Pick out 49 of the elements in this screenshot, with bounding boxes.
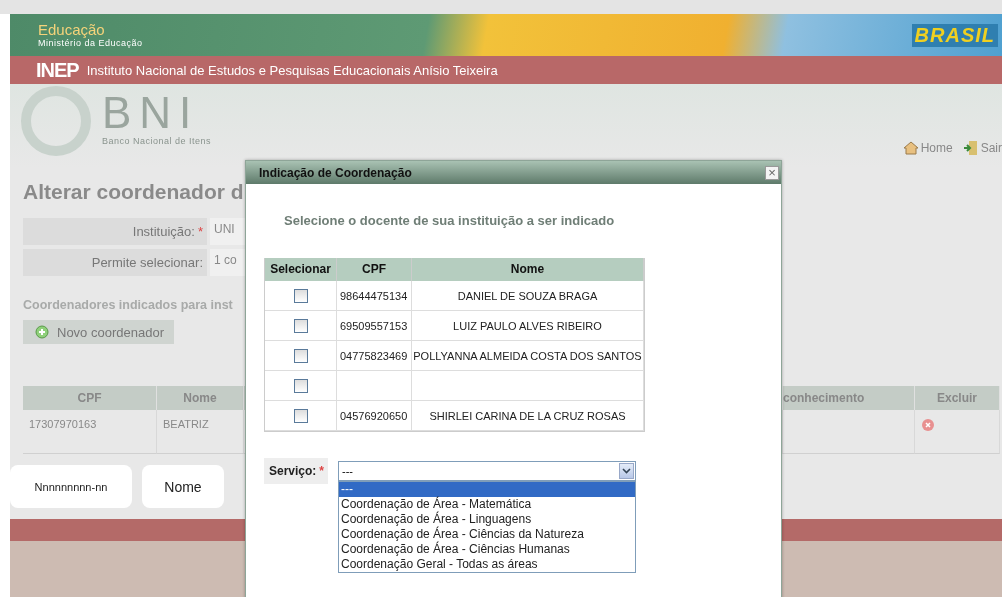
column-header: conhecimento <box>783 386 915 410</box>
required-mark: * <box>197 224 203 239</box>
site-subtitle: Ministério da Educação <box>38 38 143 48</box>
checkbox[interactable] <box>293 378 308 393</box>
page-title: Alterar coordenador d <box>23 180 245 204</box>
site-title: Educação <box>38 22 105 38</box>
table-cell: BEATRIZ <box>163 418 209 430</box>
plus-icon <box>35 325 49 339</box>
service-select[interactable]: --- <box>338 461 636 481</box>
table-cell: 04576920650 <box>340 409 408 422</box>
bni-logo: BNI <box>102 90 201 136</box>
table-cell: 98644475134 <box>340 289 408 302</box>
required-mark: * <box>319 464 325 478</box>
table-cell: POLLYANNA ALMEIDA COSTA DOS SANTOS <box>413 349 642 362</box>
column-header: CPF <box>337 258 412 281</box>
table-cell: LUIZ PAULO ALVES RIBEIRO <box>453 319 602 332</box>
field-label: Instituição: <box>132 224 195 239</box>
dropdown-option[interactable]: --- <box>339 482 635 497</box>
dialog-title: Indicação de Coordenação <box>259 165 412 180</box>
callout-label: Nome <box>142 465 224 508</box>
section-title: Coordenadores indicados para inst <box>23 298 233 312</box>
door-icon <box>962 140 979 156</box>
circle-logo-icon <box>18 86 94 156</box>
table-cell: 69509557153 <box>340 319 408 332</box>
column-header: CPF <box>23 386 157 410</box>
column-header: Selecionar <box>265 258 337 281</box>
close-button[interactable]: × <box>765 165 779 180</box>
bni-subtitle: Banco Nacional de Itens <box>102 136 212 146</box>
table-cell: 17307970163 <box>29 418 97 430</box>
field-label: Serviço: <box>269 464 317 478</box>
inep-logo: INEP <box>36 58 79 82</box>
table-cell: 04775823469 <box>340 349 408 362</box>
field-label: Permite selecionar: <box>91 255 203 270</box>
checkbox[interactable] <box>293 408 308 423</box>
checkbox[interactable] <box>293 288 308 303</box>
column-header: Excluir <box>915 386 1000 410</box>
table-cell: SHIRLEI CARINA DE LA CRUZ ROSAS <box>429 409 626 422</box>
checkbox[interactable] <box>293 318 308 333</box>
delete-icon[interactable] <box>921 418 935 432</box>
table-cell: DANIEL DE SOUZA BRAGA <box>457 289 598 302</box>
institute-name: Instituto Nacional de Estudos e Pesquisas Educacionais Anísio Teixeira <box>86 62 498 78</box>
callout-label: Nnnnnnnnn-nn <box>10 465 132 508</box>
chevron-icon <box>622 468 631 474</box>
house-icon <box>902 141 919 155</box>
checkbox[interactable] <box>293 348 308 363</box>
brasil-logo: BRASIL <box>911 23 998 47</box>
column-header: Nome <box>412 258 644 281</box>
instruction-text: Selecione o docente de sua instituição a ser indicado <box>284 213 616 228</box>
column-header: Nome <box>157 386 244 410</box>
